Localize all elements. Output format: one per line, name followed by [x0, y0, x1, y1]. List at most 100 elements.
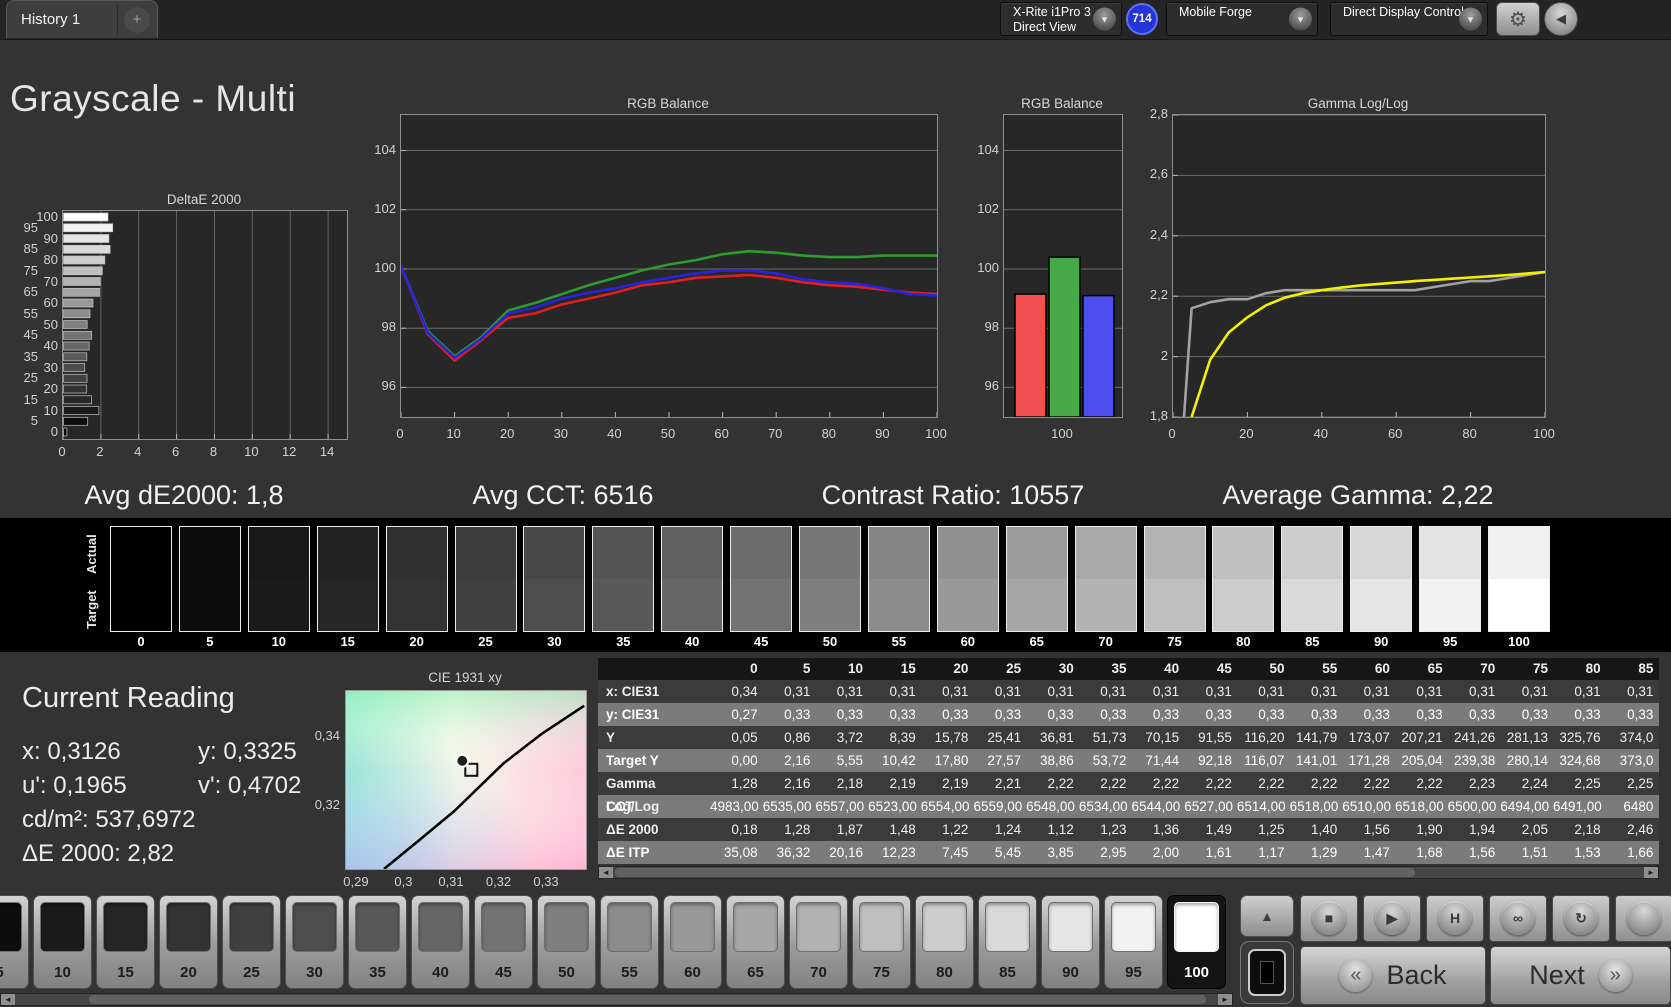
- chevron-down-icon[interactable]: ▼: [1289, 7, 1312, 31]
- grayscale-swatch-80: [1212, 526, 1275, 632]
- table-cell: 6510,00: [1342, 799, 1392, 814]
- level-button-50[interactable]: 50: [537, 895, 596, 989]
- level-button-95[interactable]: 95: [1104, 895, 1163, 989]
- level-button-45[interactable]: 45: [474, 895, 533, 989]
- table-scrollbar[interactable]: ◄ ►: [598, 866, 1659, 879]
- series-measured: [1182, 270, 1545, 417]
- level-button-100[interactable]: 100: [1167, 895, 1226, 989]
- pattern-window-button[interactable]: [1240, 941, 1294, 1004]
- table-col-header: 75: [1532, 661, 1548, 676]
- scroll-right-icon[interactable]: ►: [1644, 867, 1658, 878]
- refresh-icon: ↻: [1564, 901, 1598, 935]
- table-row: Gamma Log/Log 1,28 2,16 2,18 2,19 2,19 2,21 2,2…: [598, 772, 1659, 814]
- scroll-left-icon[interactable]: ◄: [1, 994, 15, 1005]
- play-button[interactable]: ▶: [1363, 895, 1421, 942]
- grayscale-swatch-85: [1281, 526, 1344, 632]
- record-button[interactable]: [1615, 895, 1671, 942]
- level-button-65[interactable]: 65: [726, 895, 785, 989]
- level-button-5[interactable]: 5: [0, 895, 29, 989]
- current-reading-title: Current Reading: [22, 682, 235, 714]
- axis-tick-label: 4: [134, 444, 142, 459]
- level-button-25[interactable]: 25: [222, 895, 281, 989]
- grayscale-swatch-60: [936, 526, 999, 632]
- swatch-target: [111, 579, 171, 631]
- level-button-swatch: [985, 902, 1030, 952]
- level-button-20[interactable]: 20: [159, 895, 218, 989]
- table-cell: 6480: [1623, 799, 1654, 814]
- grayscale-swatch-0: [110, 526, 172, 632]
- table-cell: 38,86: [1040, 753, 1074, 768]
- table-cell: 7,45: [942, 845, 969, 860]
- level-button-60[interactable]: 60: [663, 895, 722, 989]
- table-scrollbar-thumb[interactable]: [615, 868, 1415, 877]
- level-button-label: 95: [1125, 964, 1142, 981]
- grayscale-swatch-15: [316, 526, 379, 632]
- level-button-90[interactable]: 90: [1041, 895, 1100, 989]
- swatch-actual: [1282, 527, 1343, 579]
- meter-status-indicator: [1003, 5, 1008, 33]
- table-cell: 51,73: [1092, 730, 1127, 745]
- table-cell: 6535,00: [762, 799, 812, 814]
- grayscale-swatch-5: [178, 526, 241, 632]
- meter-dropdown[interactable]: X-Rite i1Pro 3 Direct View ▼: [1000, 2, 1122, 36]
- axis-tick-label: 0: [396, 426, 404, 441]
- next-button[interactable]: Next »: [1490, 946, 1671, 1005]
- level-button-swatch: [481, 902, 526, 952]
- deltae-bar-80: [63, 255, 106, 265]
- swatch-actual: [593, 527, 654, 579]
- level-button-30[interactable]: 30: [285, 895, 344, 989]
- pattern-level-strip: 5 10 15 20 25 30 35 40 45 50 55 60 65 70 75 80 85 90 95 100: [0, 893, 1233, 992]
- table-cell: 2,18: [1574, 822, 1601, 837]
- axis-tick-label: 96: [381, 378, 396, 394]
- level-button-55[interactable]: 55: [600, 895, 659, 989]
- swatch-actual: [937, 527, 998, 579]
- rgb_line-plot: [400, 114, 938, 418]
- rgb-bars-plot: [1003, 114, 1123, 418]
- table-cell: 0,31: [1310, 684, 1338, 699]
- level-button-80[interactable]: 80: [915, 895, 974, 989]
- level-button-35[interactable]: 35: [348, 895, 407, 989]
- chevron-down-icon[interactable]: ▼: [1093, 7, 1116, 31]
- measurement-count-badge: 714: [1126, 3, 1158, 35]
- deltae-bar-65: [63, 287, 100, 297]
- collapse-panel-button[interactable]: ◀: [1544, 2, 1578, 36]
- grayscale-swatch-40: [661, 526, 724, 632]
- swatch-target: [1420, 579, 1481, 631]
- refresh-button[interactable]: ↻: [1552, 895, 1610, 942]
- axis-tick-label: 60: [714, 426, 729, 441]
- table-col-header: 10: [848, 661, 864, 676]
- table-cell: 6559,00: [973, 799, 1023, 814]
- table-cell: 205,04: [1401, 753, 1443, 768]
- level-strip-scrollbar-thumb[interactable]: [89, 995, 1206, 1004]
- level-button-label: 60: [684, 964, 701, 981]
- continuous-button[interactable]: ∞: [1489, 895, 1547, 942]
- deltae-bar-0: [63, 427, 68, 437]
- level-button-75[interactable]: 75: [852, 895, 911, 989]
- level-button-85[interactable]: 85: [978, 895, 1037, 989]
- table-cell: 35,08: [723, 845, 758, 860]
- stop-button[interactable]: ■: [1300, 895, 1358, 942]
- level-button-10[interactable]: 10: [33, 895, 92, 989]
- level-button-70[interactable]: 70: [789, 895, 848, 989]
- settings-button[interactable]: ⚙: [1496, 2, 1540, 36]
- level-button-40[interactable]: 40: [411, 895, 470, 989]
- level-button-label: 45: [495, 964, 512, 981]
- tab-history-1[interactable]: History 1 +: [6, 0, 158, 38]
- pattern-size-button[interactable]: H: [1426, 895, 1484, 942]
- chevron-down-icon[interactable]: ▼: [1459, 7, 1482, 31]
- table-col-header: 45: [1216, 661, 1232, 676]
- add-tab-button[interactable]: +: [124, 6, 150, 33]
- strip-expand-button[interactable]: ▲: [1240, 895, 1294, 937]
- level-button-15[interactable]: 15: [96, 895, 155, 989]
- back-button[interactable]: « Back: [1300, 946, 1486, 1005]
- table-cell: 27,57: [987, 753, 1022, 768]
- level-strip-scrollbar[interactable]: ◄ ►: [0, 993, 1233, 1006]
- display-control-dropdown[interactable]: Direct Display Control ▼: [1330, 2, 1488, 36]
- axis-tick-label: 2,2: [1149, 287, 1168, 303]
- scroll-right-icon[interactable]: ►: [1218, 994, 1232, 1005]
- pattern-source-dropdown[interactable]: Mobile Forge ▼: [1166, 2, 1318, 36]
- scroll-left-icon[interactable]: ◄: [599, 867, 613, 878]
- deltae-bar-100: [63, 212, 109, 222]
- swatch-actual: [1075, 527, 1136, 579]
- table-row-label: Target Y: [606, 753, 659, 768]
